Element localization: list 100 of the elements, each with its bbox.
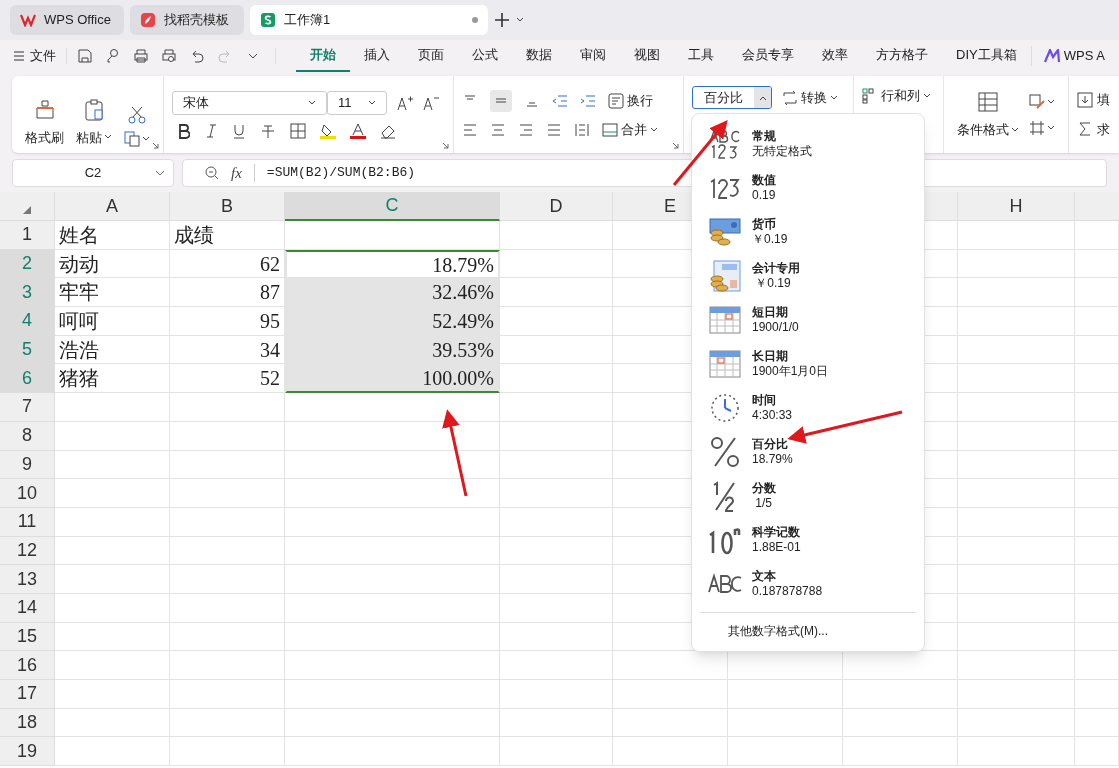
ribbon-tab[interactable]: 审阅	[566, 40, 620, 72]
row-header[interactable]: 1	[0, 221, 55, 250]
format-option[interactable]: 长日期 1900年1月0日	[692, 342, 924, 386]
format-option[interactable]: 文本 0.187878788	[692, 562, 924, 606]
row-header[interactable]: 18	[0, 708, 55, 738]
dialog-launcher-icon[interactable]	[442, 142, 449, 149]
strikethrough-icon[interactable]	[260, 122, 276, 139]
key-icon[interactable]	[105, 48, 121, 64]
format-option[interactable]: 会计专用 ￥0.19	[692, 254, 924, 298]
select-all-icon[interactable]	[23, 206, 31, 214]
chevron-icon[interactable]	[516, 17, 524, 23]
row-header[interactable]: 13	[0, 565, 55, 594]
row-header[interactable]: 2	[0, 249, 55, 279]
sum-button[interactable]: 求	[1077, 119, 1119, 139]
table-cell	[1075, 421, 1119, 451]
font-field[interactable]: 宋体	[172, 90, 327, 115]
row-header[interactable]: 8	[0, 421, 55, 451]
calendar-icon	[709, 306, 741, 334]
save-icon[interactable]	[77, 48, 93, 64]
align-left-icon[interactable]	[462, 121, 478, 138]
format-option[interactable]: 科学记数 1.88E-01	[692, 518, 924, 562]
option-title: 常规	[752, 129, 777, 144]
app-tab[interactable]: 工作簿1	[250, 5, 488, 35]
font-shrink-icon[interactable]	[423, 94, 439, 111]
number-format-field[interactable]: 百分比	[692, 86, 772, 109]
convert-button[interactable]: 转换	[782, 87, 838, 108]
format-option[interactable]: 短日期 1900/1/0	[692, 298, 924, 342]
copy-icon[interactable]	[124, 131, 140, 147]
rows-columns-button[interactable]: 行和列	[862, 86, 935, 106]
option-title: 长日期	[752, 349, 789, 364]
format-option[interactable]: 百分比 18.79%	[692, 430, 924, 474]
format-option[interactable]: 分数 1/5	[692, 474, 924, 518]
justify-icon[interactable]	[546, 121, 562, 138]
ribbon-tab[interactable]: 工具	[674, 40, 728, 72]
row-header[interactable]: 15	[0, 622, 55, 652]
row-header[interactable]: 9	[0, 450, 55, 480]
italic-icon[interactable]	[204, 122, 218, 139]
ribbon-tab[interactable]: 插入	[350, 40, 404, 72]
dialog-launcher-icon[interactable]	[672, 142, 679, 149]
row-header[interactable]: 3	[0, 278, 55, 308]
font-size-field[interactable]: 11	[327, 90, 387, 115]
app-tab[interactable]: WPS Office	[10, 5, 124, 35]
ribbon-tab[interactable]: 开始	[296, 40, 350, 72]
format-brush-button[interactable]: 格式刷	[25, 97, 64, 147]
print-icon[interactable]	[133, 48, 149, 64]
row-header[interactable]: 12	[0, 536, 55, 566]
crop-frame-icon[interactable]	[1029, 119, 1045, 136]
ai-button[interactable]: WPS A	[1030, 46, 1105, 66]
calendar-icon	[709, 350, 741, 378]
borders-icon[interactable]	[290, 122, 306, 139]
fill-color-icon[interactable]	[320, 122, 336, 139]
ribbon-tab[interactable]: 页面	[404, 40, 458, 72]
column-header[interactable]: D	[500, 192, 613, 221]
row-header[interactable]: 7	[0, 393, 55, 422]
ribbon-tab[interactable]: 方方格子	[862, 40, 942, 72]
paste-button[interactable]: 粘贴	[76, 97, 112, 147]
column-header[interactable]: C	[285, 192, 500, 221]
name-box[interactable]: C2	[12, 159, 174, 187]
bold-icon[interactable]	[176, 122, 190, 139]
dialog-launcher-icon[interactable]	[152, 142, 159, 149]
ribbon-tab[interactable]: 公式	[458, 40, 512, 72]
ribbon-tab[interactable]: 视图	[620, 40, 674, 72]
zoom-icon[interactable]	[205, 166, 219, 180]
conditional-format-button[interactable]: 条件格式	[957, 89, 1019, 140]
align-right-icon[interactable]	[518, 121, 534, 138]
row-header[interactable]: 6	[0, 364, 55, 394]
row-header[interactable]: 11	[0, 507, 55, 537]
ribbon-tab[interactable]: 效率	[808, 40, 862, 72]
app-tab[interactable]: 找稻壳模板	[130, 5, 244, 35]
distributed-icon[interactable]	[574, 121, 590, 138]
scissors-icon[interactable]	[127, 105, 147, 125]
row-header[interactable]: 16	[0, 651, 55, 680]
row-header[interactable]: 14	[0, 593, 55, 623]
column-header[interactable]: H	[958, 192, 1075, 221]
style-brush-icon[interactable]	[1029, 93, 1045, 110]
font-color-icon[interactable]	[350, 122, 366, 139]
ribbon-tab[interactable]: 数据	[512, 40, 566, 72]
row-header[interactable]: 10	[0, 479, 55, 508]
column-header[interactable]: B	[170, 192, 285, 221]
function-button[interactable]: fx	[231, 161, 242, 185]
more-formats-item[interactable]: 其他数字格式(M)...	[692, 619, 924, 643]
row-header[interactable]: 19	[0, 737, 55, 767]
file-menu[interactable]: 文件	[14, 46, 56, 66]
row-header[interactable]: 4	[0, 307, 55, 336]
row-header[interactable]: 17	[0, 680, 55, 709]
merge-button[interactable]: 合并	[602, 119, 658, 140]
plus-icon[interactable]	[494, 12, 510, 28]
fill-button[interactable]: 填	[1077, 90, 1119, 110]
print-preview-icon[interactable]	[161, 48, 177, 64]
format-option[interactable]: 时间 4:30:33	[692, 386, 924, 430]
font-grow-icon[interactable]	[397, 94, 413, 111]
align-center-icon[interactable]	[490, 121, 506, 138]
ribbon-tab[interactable]: DIY工具箱	[942, 40, 1031, 72]
column-header[interactable]: A	[55, 192, 170, 221]
wrap-button[interactable]: 换行	[608, 91, 653, 111]
power-of-ten-icon	[707, 525, 743, 555]
ribbon-tab[interactable]: 会员专享	[728, 40, 808, 72]
row-header[interactable]: 5	[0, 335, 55, 365]
chevron-icon	[368, 99, 376, 106]
underline-icon[interactable]	[232, 122, 246, 139]
